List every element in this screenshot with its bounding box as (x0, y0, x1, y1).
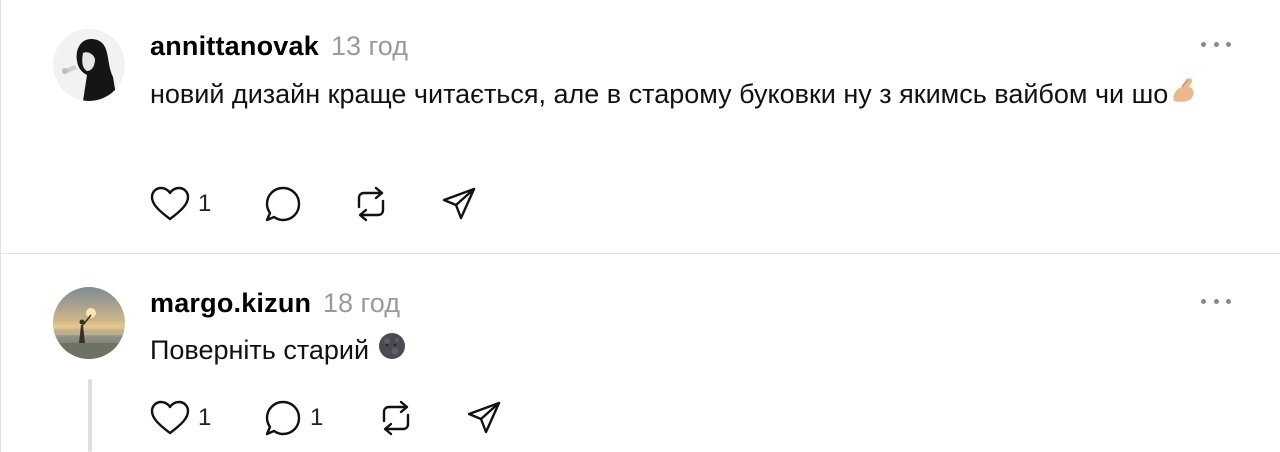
new-moon-face-emoji (377, 331, 407, 373)
comment-button[interactable] (264, 184, 302, 224)
comment-text-content: Поверніть старий (150, 335, 370, 365)
share-button[interactable] (441, 184, 477, 224)
repost-icon (382, 400, 410, 436)
divider (1, 253, 1280, 254)
like-button[interactable]: 1 (150, 184, 211, 224)
reply-count: 1 (310, 404, 324, 431)
pinched-fingers-emoji (1168, 75, 1198, 117)
comment-icon (265, 186, 301, 222)
timestamp: 13 год (331, 31, 408, 61)
comment-text: Поверніть старий (150, 329, 1240, 373)
repost-button[interactable] (352, 184, 390, 224)
comment-button[interactable]: 1 (264, 398, 323, 438)
repost-icon (357, 186, 385, 222)
share-button[interactable] (466, 398, 502, 438)
like-count: 1 (198, 190, 212, 217)
share-icon (442, 187, 476, 220)
share-icon (467, 401, 501, 434)
comment-text-content: новий дизайн краще читається, але в стар… (150, 79, 1169, 109)
thread-line (88, 379, 92, 452)
like-count: 1 (198, 404, 212, 431)
comment-text: новий дизайн краще читається, але в стар… (150, 73, 1240, 117)
repost-button[interactable] (377, 398, 415, 438)
heart-icon (150, 186, 190, 221)
more-icon[interactable] (1201, 34, 1231, 54)
avatar[interactable] (53, 287, 125, 359)
heart-icon (150, 400, 190, 435)
comment-icon (265, 400, 301, 436)
like-button[interactable]: 1 (150, 398, 211, 438)
comments-panel: annittanovak 13 год новий дизайн краще ч… (0, 0, 1280, 452)
timestamp: 18 год (323, 288, 400, 318)
username[interactable]: margo.kizun (150, 288, 311, 319)
avatar[interactable] (53, 29, 125, 101)
username[interactable]: annittanovak (150, 31, 319, 62)
more-icon[interactable] (1201, 291, 1231, 311)
